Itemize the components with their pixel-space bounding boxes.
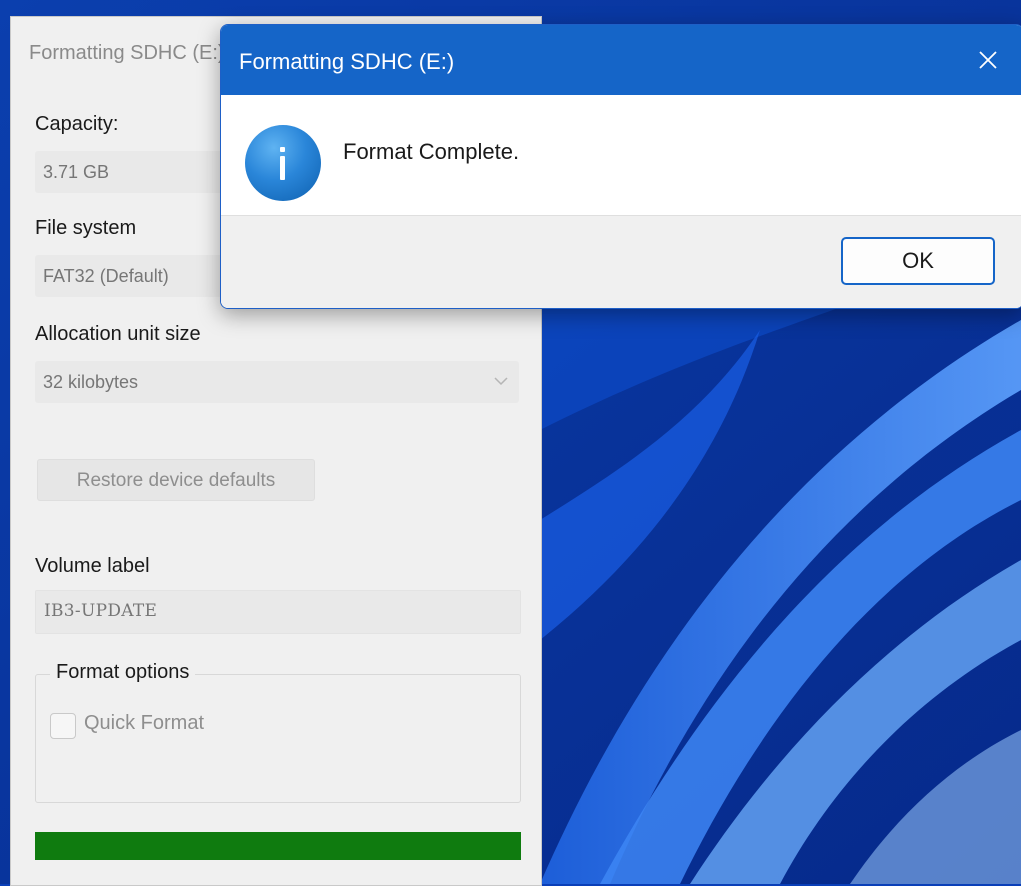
allocation-unit-value: 32 kilobytes [43,372,139,392]
format-complete-dialog: Formatting SDHC (E:) Format Complete. OK [220,24,1021,309]
format-progress-bar [35,832,521,860]
quick-format-checkbox[interactable] [50,713,76,739]
info-icon [245,125,321,201]
close-button[interactable] [953,25,1021,95]
ok-button[interactable]: OK [841,237,995,285]
file-system-value: FAT32 (Default) [43,266,169,286]
format-options-group: Format options Quick Format [35,661,521,803]
dialog-titlebar[interactable]: Formatting SDHC (E:) [221,25,1021,95]
close-icon [979,51,997,69]
dialog-title: Formatting SDHC (E:) [239,49,455,74]
volume-label-value: IB3-UPDATE [44,601,158,621]
restore-defaults-button[interactable]: Restore device defaults [37,459,315,501]
dialog-message: Format Complete. [343,139,520,164]
allocation-unit-label: Allocation unit size [35,323,201,345]
volume-label-input[interactable]: IB3-UPDATE [35,590,521,634]
capacity-label: Capacity: [35,113,119,135]
format-window-title: Formatting SDHC (E:) [29,42,225,64]
chevron-down-icon [494,377,508,386]
quick-format-label: Quick Format [84,712,205,734]
volume-label-label: Volume label [35,555,150,577]
dialog-footer: OK [221,215,1021,308]
capacity-value: 3.71 GB [43,162,110,182]
file-system-label: File system [35,217,137,239]
allocation-unit-dropdown[interactable]: 32 kilobytes [35,361,519,403]
format-options-label: Format options [50,661,196,684]
progress-fill [35,832,521,860]
dialog-body: Format Complete. [221,95,1021,215]
